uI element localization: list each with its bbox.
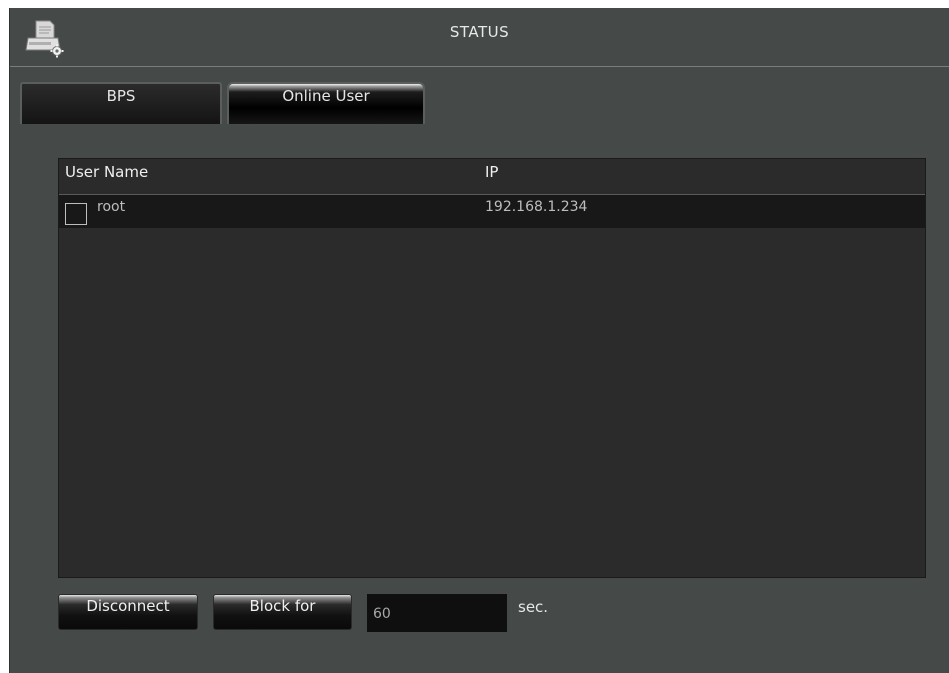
tab-bps[interactable]: BPS (20, 82, 222, 124)
table-row[interactable]: root 192.168.1.234 (59, 195, 925, 228)
seconds-unit-label: sec. (518, 598, 549, 616)
table-header: User Name IP (59, 159, 925, 195)
title-bar: STATUS (10, 8, 949, 67)
status-window: STATUS BPS Online User User Name IP root… (9, 8, 949, 673)
block-duration-input[interactable] (367, 594, 507, 632)
disconnect-button[interactable]: Disconnect (58, 594, 198, 630)
online-user-table: User Name IP root 192.168.1.234 (58, 158, 926, 578)
window-title: STATUS (449, 23, 510, 41)
disconnect-button-label: Disconnect (86, 597, 170, 615)
row-ip: 192.168.1.234 (485, 199, 588, 215)
row-checkbox[interactable] (65, 203, 87, 225)
tab-online-user[interactable]: Online User (227, 82, 425, 124)
tab-online-user-label: Online User (282, 87, 370, 105)
column-header-ip: IP (485, 163, 499, 181)
tab-bps-label: BPS (106, 87, 136, 105)
page: STATUS BPS Online User User Name IP root… (0, 0, 949, 673)
block-for-button[interactable]: Block for (213, 594, 352, 630)
row-user-name: root (97, 199, 126, 215)
block-for-button-label: Block for (249, 597, 316, 615)
column-header-user-name: User Name (65, 163, 149, 181)
